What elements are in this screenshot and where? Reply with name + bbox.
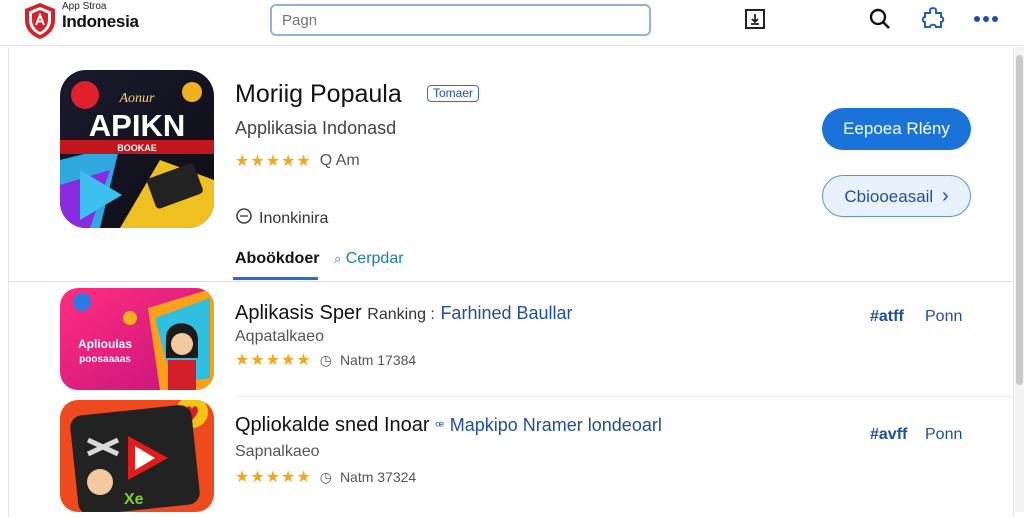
app-developer[interactable]: Applikasia Indonasd <box>235 118 396 139</box>
list-item-action-2[interactable]: Ponn <box>925 426 962 444</box>
hero-icon-top-text: Aonur <box>119 91 156 106</box>
list-item-hashtag-2[interactable]: #avff <box>870 426 907 444</box>
download-icon[interactable] <box>742 6 768 32</box>
top-bar: App Stroa Indonesia <box>0 0 1024 46</box>
list-item-title-2[interactable]: Qpliokalde sned Inoar ꟹ Mapkipo Nramer l… <box>235 414 662 437</box>
puzzle-icon[interactable] <box>920 6 946 32</box>
more-icon[interactable] <box>973 6 999 32</box>
list-icon-text-1b: poosaaaas <box>79 354 131 365</box>
app-rating: ★★★★★ Q Am <box>235 151 360 171</box>
hero-icon-text: APIKN <box>89 108 185 143</box>
hero-icon-band-text: BOOKAE <box>117 143 157 153</box>
divider <box>236 396 1014 397</box>
tab-active-indicator <box>233 277 318 280</box>
hero-app-icon[interactable]: Aonur APIKN BOOKAE <box>60 70 214 228</box>
list-item-rating-2: ★★★★★ ◷ Natm 37324 <box>235 467 416 487</box>
list-item-rating-1: ★★★★★ ◷ Natm 17384 <box>235 350 416 370</box>
list-item-meta: Natm 37324 <box>339 469 417 485</box>
list-item-link[interactable]: Farhined Baullar <box>440 303 572 323</box>
secondary-action-button[interactable]: Cbiooeasail › <box>822 175 971 217</box>
list-item-action-1[interactable]: Ponn <box>925 308 962 326</box>
get-app-button[interactable]: Eepoea Rlény <box>822 108 971 150</box>
list-item-name: Qpliokalde sned Inoar <box>235 414 430 436</box>
list-icon-text-1a: Aplioulas <box>78 337 132 351</box>
brand-name: Indonesia <box>62 12 139 31</box>
clock-icon: ◷ <box>319 351 332 368</box>
search-input[interactable] <box>270 4 651 36</box>
list-item-meta: Natm 17384 <box>339 352 417 368</box>
rating-stars: ★★★★★ <box>235 352 312 369</box>
list-item-icon-2[interactable]: Xe <box>60 400 214 512</box>
app-meta: Inonkinira <box>235 207 328 230</box>
scroll-thumb[interactable] <box>1016 55 1023 385</box>
chevron-right-icon: › <box>941 184 949 207</box>
rating-text: Q Am <box>319 152 360 169</box>
list-item-developer-2: Sapnalkaeo <box>235 443 320 460</box>
brand-small: App Stroa <box>62 1 107 12</box>
list-item-icon-1[interactable]: Aplioulas poosaaaas <box>60 288 214 390</box>
list-item-name: Aplikasis Sper <box>235 302 362 324</box>
tab-overview[interactable]: Aboökdoer <box>235 250 319 268</box>
list-icon-text-2: Xe <box>124 491 144 508</box>
secondary-button-label: Cbiooeasail <box>844 186 934 206</box>
app-meta-text: Inonkinira <box>259 209 329 227</box>
search-icon: ⌕ <box>334 251 342 266</box>
scrollbar[interactable] <box>1015 47 1024 512</box>
list-item-link[interactable]: Mapkipo Nramer londeoarl <box>450 415 662 435</box>
list-item-title-1[interactable]: Aplikasis Sper Ranking : Farhined Baulla… <box>235 302 573 325</box>
tab-compare[interactable]: ⌕ Cerpdar <box>334 250 404 268</box>
app-store-logo-icon[interactable] <box>22 2 58 40</box>
rating-stars: ★★★★★ <box>235 153 312 170</box>
list-item-tag: ꟹ <box>435 418 445 434</box>
brand[interactable]: App Stroa Indonesia <box>62 1 139 31</box>
clock-icon: ◷ <box>319 468 332 485</box>
search-icon[interactable] <box>867 6 893 32</box>
app-title: Moriig Popaula <box>235 80 402 108</box>
list-item-tag: Ranking : <box>367 306 435 323</box>
tab-compare-label: Cerpdar <box>345 250 404 267</box>
app-badge: Tomaer <box>427 85 480 102</box>
list-item-hashtag-1[interactable]: #atff <box>870 308 904 326</box>
rating-stars: ★★★★★ <box>235 469 312 486</box>
divider <box>8 281 1014 282</box>
info-icon <box>235 207 253 230</box>
list-item-developer-1: Aqpatalkaeo <box>235 328 324 345</box>
